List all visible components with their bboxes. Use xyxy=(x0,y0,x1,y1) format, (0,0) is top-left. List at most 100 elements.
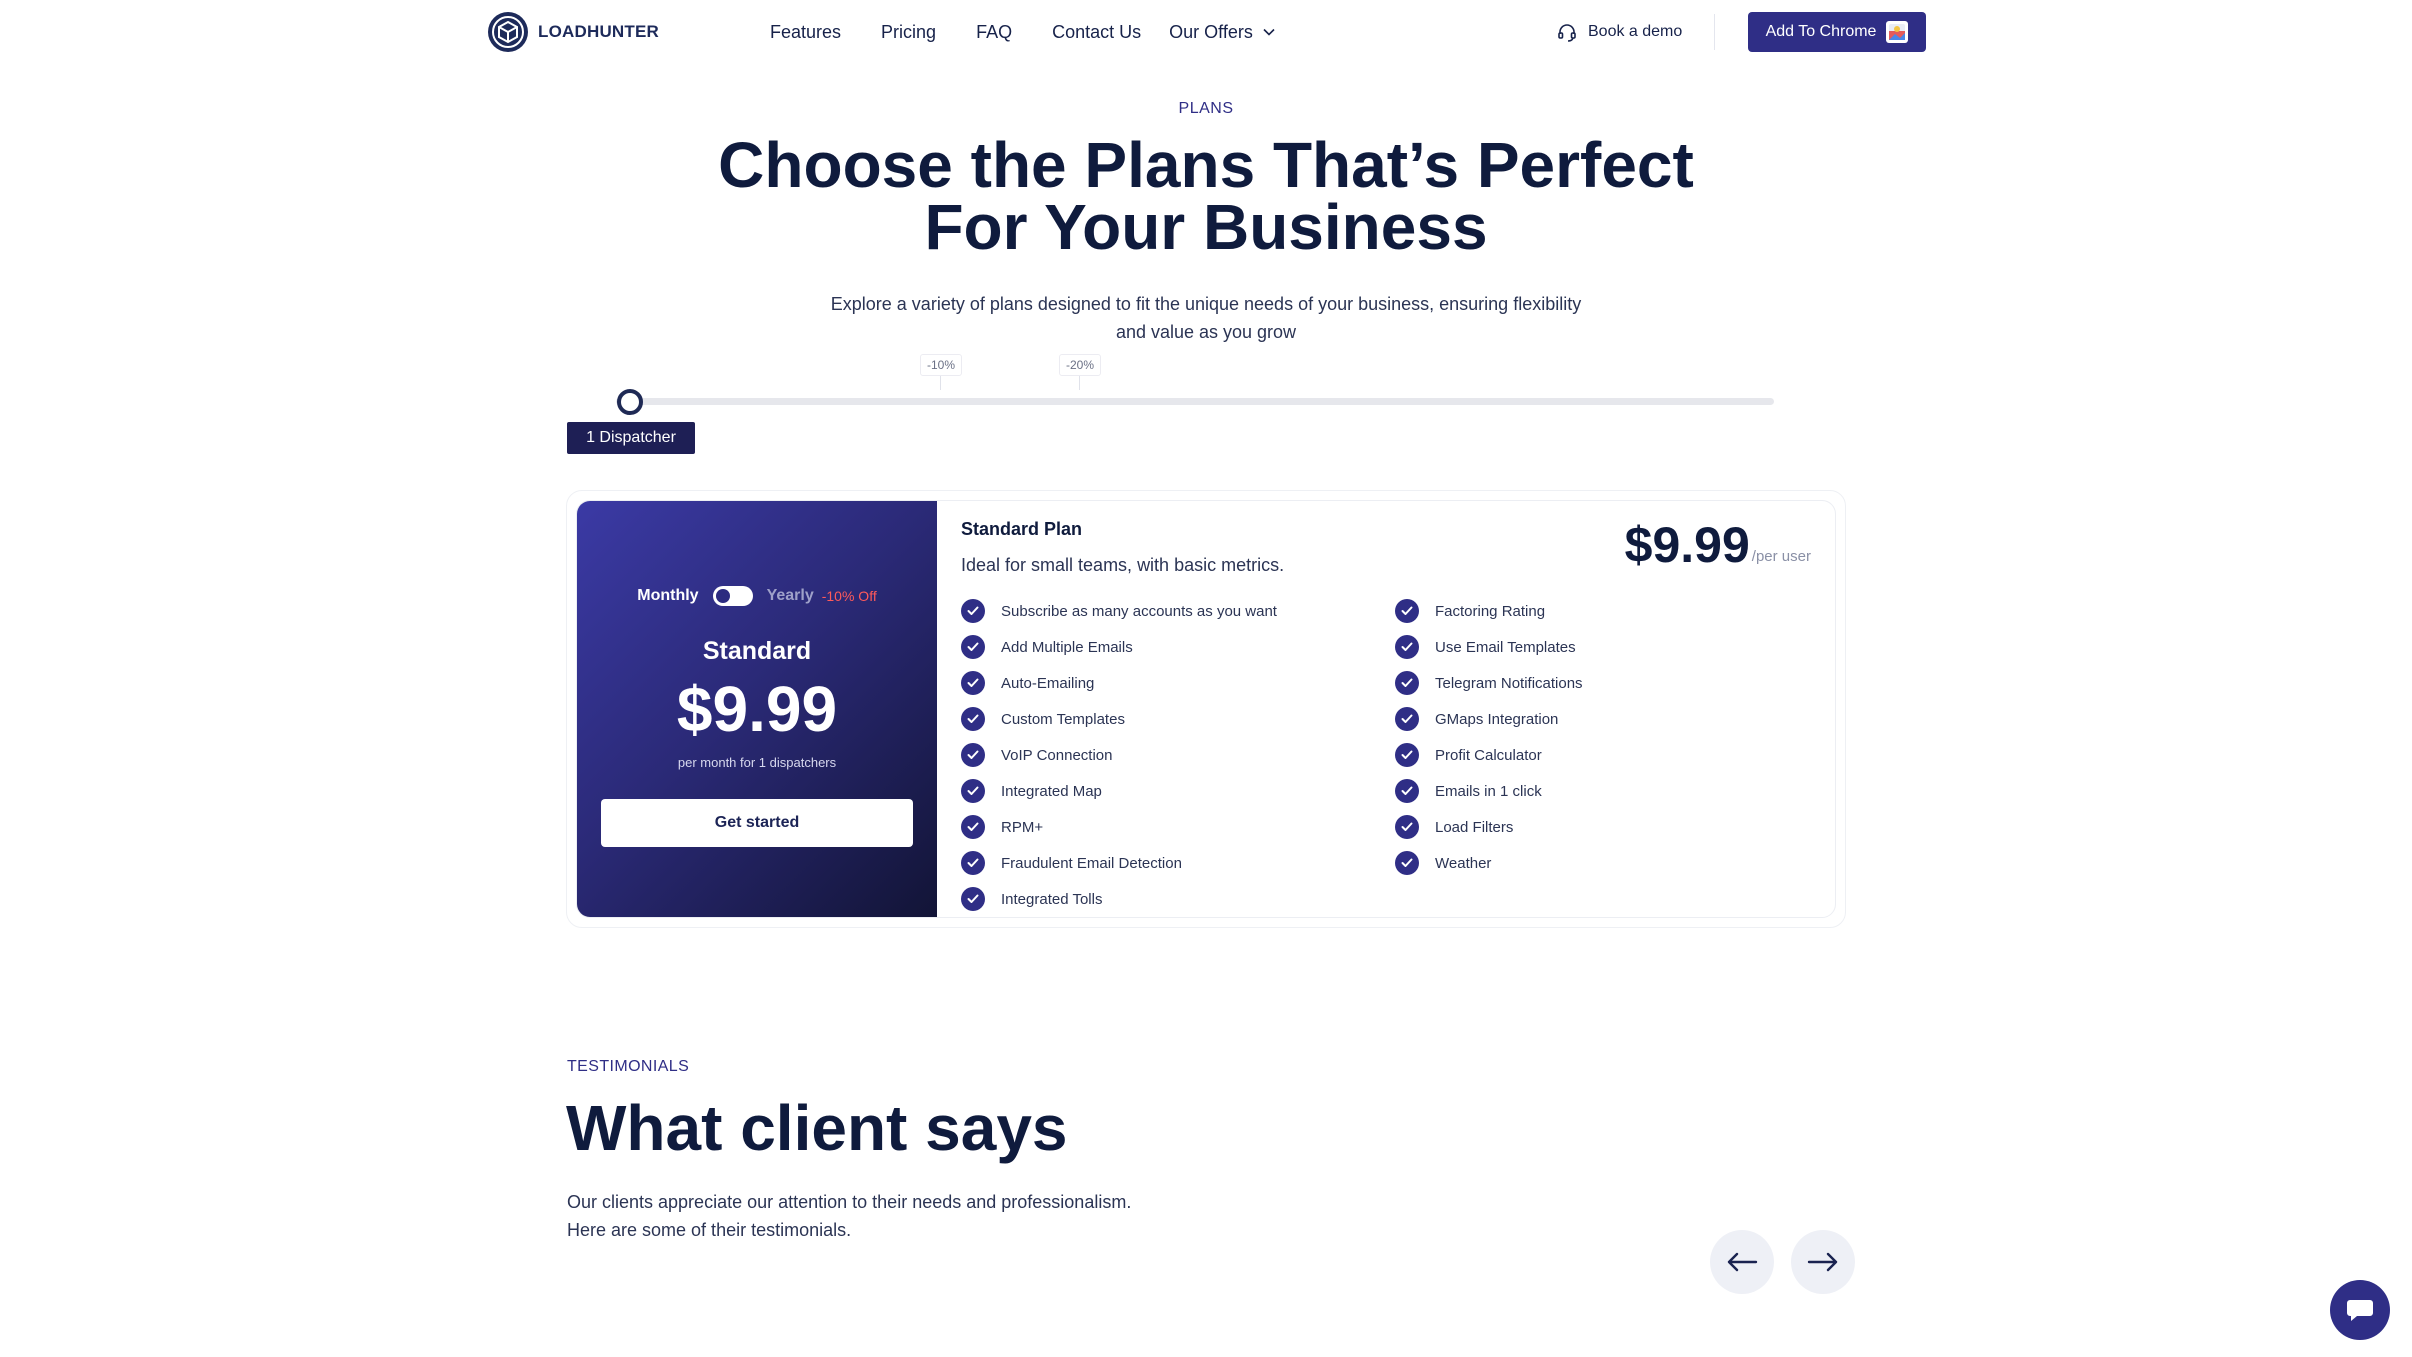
testimonials-eyebrow: TESTIMONIALS xyxy=(567,1058,690,1075)
slider-tick-20-label: -20% xyxy=(1059,354,1102,376)
testimonials-subtitle-line2: Here are some of their testimonials. xyxy=(567,1220,852,1240)
feature-item: Weather xyxy=(1395,845,1583,881)
check-icon xyxy=(1395,851,1419,875)
testimonials-title: What client says xyxy=(566,1092,1068,1164)
feature-item: Emails in 1 click xyxy=(1395,773,1583,809)
features-list-left: Subscribe as many accounts as you want Ad… xyxy=(961,593,1277,917)
feature-label: Use Email Templates xyxy=(1435,638,1576,656)
check-icon xyxy=(961,599,985,623)
check-icon xyxy=(1395,599,1419,623)
feature-label: RPM+ xyxy=(1001,818,1044,836)
slider-tick-10: -10% xyxy=(920,354,963,394)
chat-widget-button[interactable] xyxy=(2330,1280,2390,1340)
logo[interactable]: LOADHUNTER xyxy=(486,10,659,54)
feature-item: Fraudulent Email Detection xyxy=(961,845,1277,881)
chevron-down-icon xyxy=(1263,28,1275,36)
dispatcher-slider-track[interactable] xyxy=(616,398,1774,405)
plan-description: Ideal for small teams, with basic metric… xyxy=(961,555,1285,575)
feature-item: Custom Templates xyxy=(961,701,1277,737)
book-demo-label: Book a demo xyxy=(1588,23,1683,40)
plan-price-large: $9.99 xyxy=(1624,517,1750,573)
feature-item: Use Email Templates xyxy=(1395,629,1583,665)
feature-item: Telegram Notifications xyxy=(1395,665,1583,701)
check-icon xyxy=(961,851,985,875)
plan-name: Standard xyxy=(702,637,812,665)
plan-price-period: per month for 1 dispatchers xyxy=(677,755,837,770)
check-icon xyxy=(1395,815,1419,839)
hero-subtitle-line2: and value as you grow xyxy=(1115,322,1297,342)
feature-label: Factoring Rating xyxy=(1435,602,1546,620)
feature-item: RPM+ xyxy=(961,809,1277,845)
testimonials-subtitle: Our clients appreciate our attention to … xyxy=(567,1188,1131,1244)
plan-summary-panel: Monthly Yearly -10% Off Standard $9.99 p… xyxy=(577,501,937,917)
feature-item: GMaps Integration xyxy=(1395,701,1583,737)
billing-monthly-label[interactable]: Monthly xyxy=(637,587,698,605)
nav-our-offers-label: Our Offers xyxy=(1169,21,1253,42)
feature-item: Subscribe as many accounts as you want xyxy=(961,593,1277,629)
nav-our-offers[interactable]: Our Offers xyxy=(1169,22,1275,43)
check-icon xyxy=(1395,743,1419,767)
features-list-right: Factoring Rating Use Email Templates Teleg… xyxy=(1395,593,1583,881)
feature-label: Profit Calculator xyxy=(1435,746,1542,764)
billing-yearly-label[interactable]: Yearly xyxy=(767,587,814,605)
feature-label: Auto-Emailing xyxy=(1001,674,1095,692)
slider-tick-10-label: -10% xyxy=(920,354,963,376)
chrome-icon xyxy=(1886,21,1909,43)
feature-label: Subscribe as many accounts as you want xyxy=(1001,602,1277,620)
page-title-line2: For Your Business xyxy=(924,191,1488,263)
hero-subtitle-line1: Explore a variety of plans designed to f… xyxy=(830,294,1582,314)
site-header: LOADHUNTER Features Pricing FAQ Contact … xyxy=(0,0,2412,64)
testimonials-prev-button[interactable] xyxy=(1710,1230,1774,1294)
check-icon xyxy=(961,635,985,659)
page-title: Choose the Plans That’s Perfect For Your… xyxy=(0,133,2412,259)
check-icon xyxy=(1395,779,1419,803)
plan-price-unit: /per user xyxy=(1751,548,1811,565)
nav-features[interactable]: Features xyxy=(770,22,841,43)
headset-icon xyxy=(1558,24,1576,42)
feature-item: Integrated Tolls xyxy=(961,881,1277,917)
feature-label: Fraudulent Email Detection xyxy=(1001,854,1182,872)
plans-eyebrow: PLANS xyxy=(1178,100,1234,117)
slider-tick-20-line xyxy=(1079,376,1080,390)
check-icon xyxy=(961,887,985,911)
billing-period-toggle[interactable] xyxy=(712,586,753,606)
nav-pricing[interactable]: Pricing xyxy=(881,22,936,43)
logo-text: LOADHUNTER xyxy=(538,22,659,41)
feature-label: Emails in 1 click xyxy=(1435,782,1542,800)
header-divider xyxy=(1714,14,1715,50)
arrow-left-icon xyxy=(1727,1252,1758,1272)
feature-item: Add Multiple Emails xyxy=(961,629,1277,665)
arrow-right-icon xyxy=(1807,1252,1838,1272)
feature-label: Integrated Tolls xyxy=(1001,890,1103,908)
check-icon xyxy=(961,671,985,695)
book-demo-link[interactable]: Book a demo xyxy=(1556,18,1682,46)
add-to-chrome-button[interactable]: Add To Chrome xyxy=(1748,12,1926,52)
check-icon xyxy=(961,743,985,767)
testimonials-subtitle-line1: Our clients appreciate our attention to … xyxy=(567,1192,1132,1212)
feature-item: VoIP Connection xyxy=(961,737,1277,773)
billing-toggle-row: Monthly Yearly -10% Off xyxy=(577,586,937,606)
feature-item: Load Filters xyxy=(1395,809,1583,845)
feature-label: Weather xyxy=(1435,854,1492,872)
get-started-button[interactable]: Get started xyxy=(601,799,913,847)
check-icon xyxy=(1395,671,1419,695)
feature-item: Integrated Map xyxy=(961,773,1277,809)
check-icon xyxy=(961,707,985,731)
check-icon xyxy=(961,815,985,839)
add-to-chrome-label: Add To Chrome xyxy=(1765,23,1877,40)
feature-item: Auto-Emailing xyxy=(961,665,1277,701)
feature-label: Custom Templates xyxy=(1001,710,1125,728)
feature-item: Profit Calculator xyxy=(1395,737,1583,773)
feature-label: Telegram Notifications xyxy=(1435,674,1583,692)
nav-faq[interactable]: FAQ xyxy=(976,22,1012,43)
feature-item: Factoring Rating xyxy=(1395,593,1583,629)
testimonials-next-button[interactable] xyxy=(1791,1230,1855,1294)
feature-label: Load Filters xyxy=(1435,818,1514,836)
plan-price: $9.99 xyxy=(676,673,838,745)
feature-label: GMaps Integration xyxy=(1435,710,1559,728)
plan-title: Standard Plan xyxy=(961,519,1083,539)
check-icon xyxy=(1395,635,1419,659)
feature-label: Add Multiple Emails xyxy=(1001,638,1133,656)
dispatcher-slider-handle[interactable] xyxy=(617,389,643,415)
nav-contact-us[interactable]: Contact Us xyxy=(1052,22,1141,43)
